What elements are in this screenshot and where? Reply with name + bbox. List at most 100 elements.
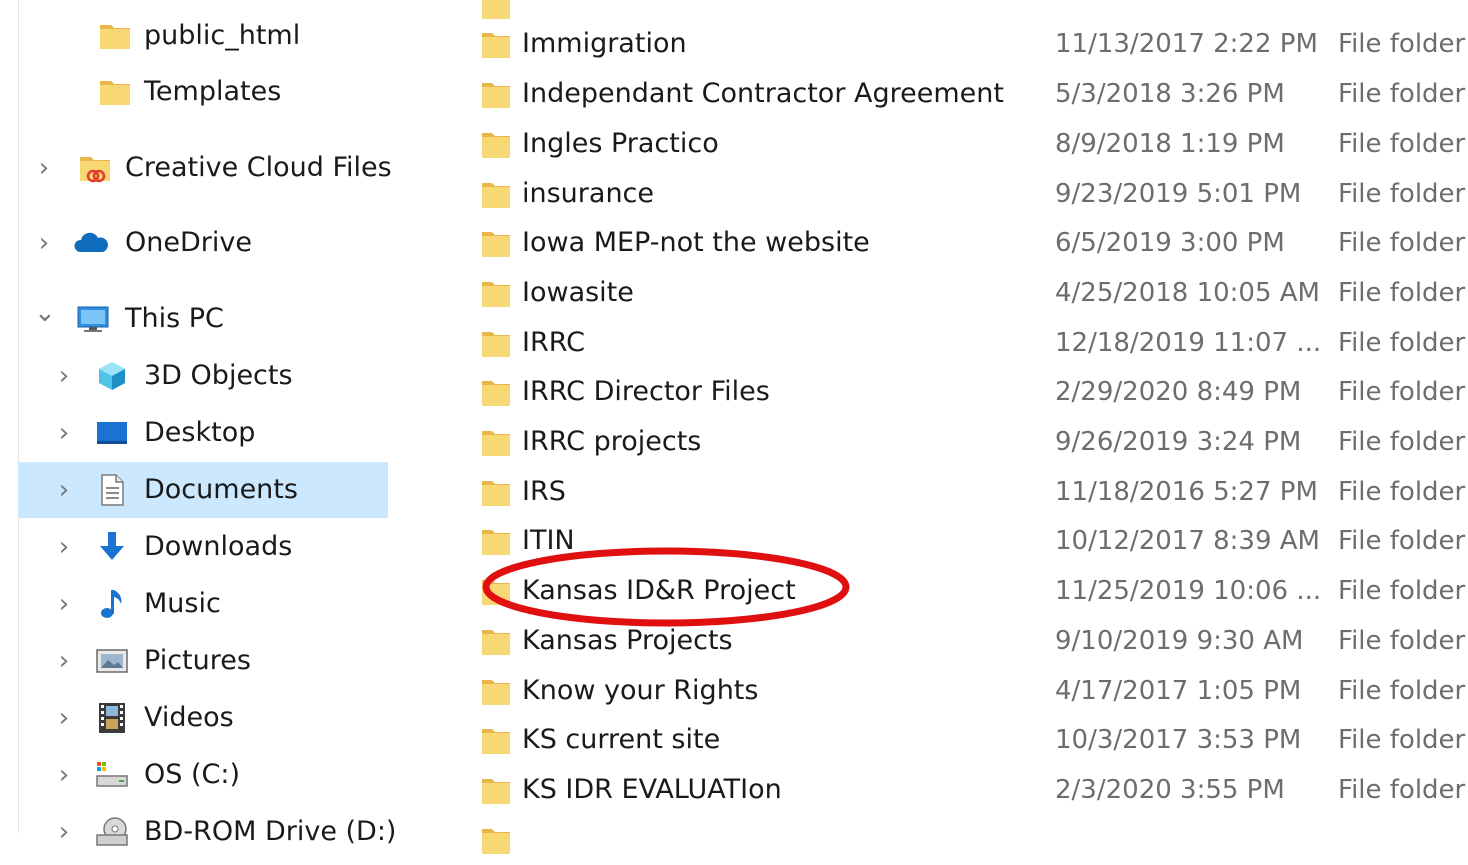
- film-icon: [99, 703, 125, 733]
- file-date-modified: 8/9/2018 1:19 PM: [1055, 129, 1285, 159]
- file-type: File folder: [1338, 377, 1466, 407]
- nav-item-label: Music: [144, 588, 221, 619]
- pictures-icon: [96, 649, 128, 673]
- file-list-pane: Immigration 11/13/2017 2:22 PM File fold…: [470, 0, 1468, 854]
- document-icon: [101, 474, 124, 506]
- desktop-icon: [97, 422, 127, 444]
- file-row[interactable]: Know your Rights 4/17/2017 1:05 PM File …: [470, 666, 1468, 716]
- chevron-right-icon[interactable]: ›: [34, 140, 54, 196]
- file-type: File folder: [1338, 526, 1466, 556]
- file-name: IRRC projects: [522, 426, 702, 457]
- file-row[interactable]: KS current site 10/3/2017 3:53 PM File f…: [470, 715, 1468, 765]
- file-name: Independant Contractor Agreement: [522, 78, 1004, 109]
- file-date-modified: 6/5/2019 3:00 PM: [1055, 228, 1285, 258]
- file-type: File folder: [1338, 179, 1466, 209]
- folder-icon: [482, 282, 510, 307]
- chevron-right-icon[interactable]: ›: [54, 519, 74, 575]
- file-row[interactable]: Independant Contractor Agreement 5/3/201…: [470, 69, 1468, 119]
- nav-item-downloads[interactable]: › Downloads: [18, 519, 388, 575]
- nav-item-videos[interactable]: › Videos: [18, 690, 388, 746]
- cloud-icon: [74, 232, 108, 252]
- nav-item-bd-rom-drive[interactable]: › BD-ROM Drive (D:): [18, 804, 397, 860]
- file-row-partial[interactable]: [470, 815, 1468, 865]
- nav-item-documents[interactable]: › Documents: [18, 462, 388, 518]
- folder-icon: [482, 83, 510, 108]
- file-row[interactable]: Immigration 11/13/2017 2:22 PM File fold…: [470, 19, 1468, 69]
- nav-item-3d-objects[interactable]: › 3D Objects: [18, 348, 388, 404]
- file-row[interactable]: KS IDR EVALUATIon 2/3/2020 3:55 PM File …: [470, 765, 1468, 815]
- chevron-right-icon[interactable]: ›: [54, 576, 74, 632]
- file-row[interactable]: IRS 11/18/2016 5:27 PM File folder: [470, 467, 1468, 517]
- file-date-modified: 4/17/2017 1:05 PM: [1055, 676, 1302, 706]
- file-type: File folder: [1338, 725, 1466, 755]
- navigation-pane: public_html Templates › Creative Cloud F…: [18, 0, 418, 847]
- nav-item-public-html[interactable]: public_html: [18, 8, 388, 64]
- file-type: File folder: [1338, 328, 1466, 358]
- file-name: Immigration: [522, 28, 687, 59]
- file-name: IRRC Director Files: [522, 376, 770, 407]
- file-type: File folder: [1338, 775, 1466, 805]
- file-row[interactable]: IRRC Director Files 2/29/2020 8:49 PM Fi…: [470, 367, 1468, 417]
- nav-item-music[interactable]: › Music: [18, 576, 388, 632]
- file-date-modified: 10/3/2017 3:53 PM: [1055, 725, 1302, 755]
- file-name: Know your Rights: [522, 675, 759, 706]
- file-name: insurance: [522, 178, 655, 209]
- file-type: File folder: [1338, 129, 1466, 159]
- file-row[interactable]: Iowa MEP-not the website 6/5/2019 3:00 P…: [470, 218, 1468, 268]
- chevron-right-icon[interactable]: ›: [54, 690, 74, 746]
- file-type: File folder: [1338, 29, 1466, 59]
- nav-item-templates[interactable]: Templates: [18, 64, 388, 120]
- chevron-right-icon[interactable]: ›: [54, 804, 74, 860]
- nav-item-label: 3D Objects: [144, 360, 293, 391]
- file-date-modified: 9/23/2019 5:01 PM: [1055, 179, 1302, 209]
- file-name: KS IDR EVALUATIon: [522, 774, 782, 805]
- nav-item-pictures[interactable]: › Pictures: [18, 633, 388, 689]
- file-name: Iowa MEP-not the website: [522, 227, 870, 258]
- nav-item-os-c[interactable]: › OS (C:): [18, 747, 388, 803]
- disc-drive-icon: [96, 817, 128, 846]
- file-name: KS current site: [522, 724, 721, 755]
- file-row[interactable]: IRRC projects 9/26/2019 3:24 PM File fol…: [470, 417, 1468, 467]
- file-name: IRRC: [522, 327, 585, 358]
- nav-item-creative-cloud-files[interactable]: › Creative Cloud Files: [18, 140, 392, 196]
- file-date-modified: 11/13/2017 2:22 PM: [1055, 29, 1318, 59]
- chevron-right-icon[interactable]: ›: [54, 405, 74, 461]
- nav-item-label: Creative Cloud Files: [125, 152, 392, 183]
- chevron-right-icon[interactable]: ›: [34, 215, 54, 271]
- chevron-right-icon[interactable]: ›: [54, 747, 74, 803]
- folder-icon: [482, 33, 510, 58]
- file-type: File folder: [1338, 79, 1466, 109]
- nav-item-label: Desktop: [144, 417, 256, 448]
- annotation-circle: [482, 547, 850, 627]
- nav-item-desktop[interactable]: › Desktop: [18, 405, 388, 461]
- music-note-icon: [101, 590, 122, 618]
- folder-icon: [100, 81, 130, 105]
- window-left-edge: [0, 0, 19, 833]
- chevron-right-icon[interactable]: ›: [54, 462, 74, 518]
- nav-item-this-pc[interactable]: ⌄ This PC: [18, 291, 388, 347]
- cube-icon: [99, 362, 125, 390]
- file-date-modified: 12/18/2019 11:07 ...: [1055, 328, 1322, 358]
- nav-item-onedrive[interactable]: › OneDrive: [18, 215, 388, 271]
- file-row[interactable]: Iowasite 4/25/2018 10:05 AM File folder: [470, 268, 1468, 318]
- chevron-down-icon[interactable]: ⌄: [34, 285, 56, 341]
- chevron-right-icon[interactable]: ›: [54, 348, 74, 404]
- folder-icon: [482, 729, 510, 754]
- file-row[interactable]: Ingles Practico 8/9/2018 1:19 PM File fo…: [470, 119, 1468, 169]
- file-type: File folder: [1338, 477, 1466, 507]
- file-name: Ingles Practico: [522, 128, 719, 159]
- folder-icon: [482, 431, 510, 456]
- download-arrow-icon: [100, 532, 124, 560]
- nav-item-label: BD-ROM Drive (D:): [144, 816, 397, 847]
- folder-icon: [482, 183, 510, 208]
- file-date-modified: 11/25/2019 10:06 ...: [1055, 576, 1322, 606]
- file-row[interactable]: insurance 9/23/2019 5:01 PM File folder: [470, 169, 1468, 219]
- file-date-modified: 5/3/2018 3:26 PM: [1055, 79, 1285, 109]
- file-row[interactable]: IRRC 12/18/2019 11:07 ... File folder: [470, 318, 1468, 368]
- folder-icon: [482, 232, 510, 257]
- chevron-right-icon[interactable]: ›: [54, 633, 74, 689]
- file-name: IRS: [522, 476, 566, 507]
- drive-icon: [96, 762, 128, 787]
- folder-icon: [482, 332, 510, 357]
- file-date-modified: 2/29/2020 8:49 PM: [1055, 377, 1302, 407]
